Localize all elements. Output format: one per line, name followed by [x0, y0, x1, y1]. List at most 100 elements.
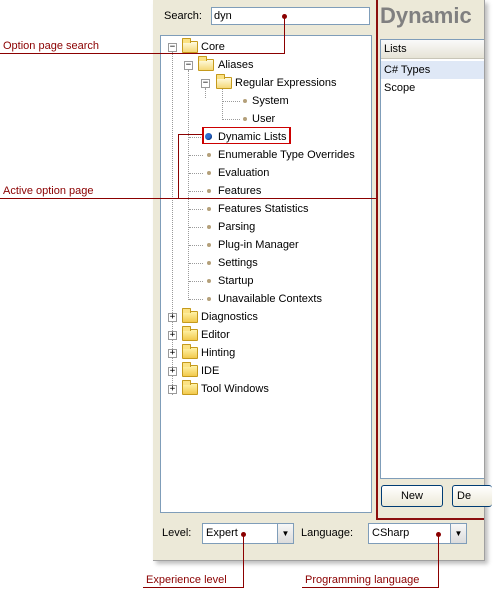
tree-node-system[interactable]: System: [161, 93, 361, 109]
folder-icon: [182, 344, 198, 359]
option-bullet-icon: [207, 207, 211, 211]
tree-connector: [222, 119, 240, 120]
tree-connector: [189, 155, 203, 156]
tree-connector: [189, 299, 203, 300]
collapse-icon[interactable]: −: [184, 61, 193, 70]
option-bullet-icon: [207, 225, 211, 229]
tree-node-parsing[interactable]: Parsing: [161, 219, 361, 235]
tree-node-startup[interactable]: Startup: [161, 273, 361, 289]
tree-connector: [189, 209, 203, 210]
callout-line: [143, 587, 244, 588]
callout-experience-level: Experience level: [146, 574, 227, 586]
tree-connector: [189, 263, 203, 264]
tree-connector: [189, 173, 203, 174]
tree-connector: [222, 101, 240, 102]
tree-node-user[interactable]: User: [161, 111, 361, 127]
callout-line: [302, 587, 439, 588]
options-tree[interactable]: − Core − Aliases − Regular Expressions S…: [160, 35, 372, 513]
level-label: Level:: [162, 527, 192, 539]
page-title: Dynamic: [380, 3, 472, 28]
callout-line: [438, 535, 439, 587]
level-dropdown[interactable]: Expert ▼: [202, 523, 294, 544]
tree-node-settings[interactable]: Settings: [161, 255, 361, 271]
tree-node-ide[interactable]: + IDE: [161, 362, 361, 379]
callout-active-option-page: Active option page: [3, 185, 94, 197]
option-bullet-icon: [243, 117, 247, 121]
callout-line: [0, 53, 285, 54]
tree-node-features-statistics[interactable]: Features Statistics: [161, 201, 361, 217]
tree-node-label: IDE: [201, 365, 220, 377]
tree-node-label: System: [252, 95, 289, 107]
option-bullet-icon: [207, 189, 211, 193]
expand-icon[interactable]: +: [168, 349, 177, 358]
lists-column-header[interactable]: Lists: [381, 40, 484, 59]
option-bullet-icon: [243, 99, 247, 103]
tree-node-regular-expressions[interactable]: − Regular Expressions: [161, 74, 361, 91]
callout-line: [284, 17, 285, 54]
option-bullet-icon: [207, 153, 211, 157]
callout-line: [0, 198, 376, 199]
tree-node-enumerable-type-overrides[interactable]: Enumerable Type Overrides: [161, 147, 361, 163]
level-value: Expert: [206, 527, 238, 539]
folder-open-icon: [216, 74, 232, 89]
tree-node-label: Tool Windows: [201, 383, 269, 395]
list-item[interactable]: Scope: [381, 79, 484, 97]
tree-node-editor[interactable]: + Editor: [161, 326, 361, 343]
collapse-icon[interactable]: −: [201, 79, 210, 88]
folder-icon: [182, 380, 198, 395]
tree-node-label: Diagnostics: [201, 311, 258, 323]
callout-option-page-search: Option page search: [3, 40, 100, 52]
folder-icon: [182, 308, 198, 323]
tree-node-label: Hinting: [201, 347, 236, 359]
tree-node-label: Startup: [218, 275, 254, 287]
new-button[interactable]: New: [381, 485, 443, 507]
tree-node-label: Editor: [201, 329, 230, 341]
tree-node-label: Regular Expressions: [235, 77, 337, 89]
language-dropdown[interactable]: CSharp ▼: [368, 523, 467, 544]
dropdown-arrow-icon[interactable]: ▼: [450, 524, 466, 543]
tree-connector: [189, 191, 203, 192]
language-label: Language:: [301, 527, 353, 539]
list-item[interactable]: C# Types: [381, 61, 484, 79]
delete-button[interactable]: De: [452, 485, 492, 507]
tree-node-label: Evaluation: [218, 167, 270, 179]
tree-node-label: Aliases: [218, 59, 254, 71]
expand-icon[interactable]: +: [168, 313, 177, 322]
tree-node-diagnostics[interactable]: + Diagnostics: [161, 308, 361, 325]
language-value: CSharp: [372, 527, 410, 539]
collapse-icon[interactable]: −: [168, 43, 177, 52]
tree-node-features[interactable]: Features: [161, 183, 361, 199]
callout-line: [178, 134, 202, 135]
option-bullet-icon: [207, 279, 211, 283]
expand-icon[interactable]: +: [168, 385, 177, 394]
option-bullet-icon: [207, 297, 211, 301]
tree-node-plug-in-manager[interactable]: Plug-in Manager: [161, 237, 361, 253]
search-input[interactable]: [211, 7, 370, 25]
tree-node-unavailable-contexts[interactable]: Unavailable Contexts: [161, 291, 361, 307]
tree-node-label: User: [252, 113, 276, 125]
option-bullet-icon: [207, 261, 211, 265]
callout-line: [243, 535, 244, 587]
tree-connector: [189, 227, 203, 228]
callout-line: [178, 134, 179, 198]
tree-node-hinting[interactable]: + Hinting: [161, 344, 361, 361]
tree-connector: [189, 137, 203, 138]
dropdown-arrow-icon[interactable]: ▼: [277, 524, 293, 543]
tree-node-label: Unavailable Contexts: [218, 293, 322, 305]
folder-open-icon: [198, 56, 214, 71]
tree-node-evaluation[interactable]: Evaluation: [161, 165, 361, 181]
expand-icon[interactable]: +: [168, 367, 177, 376]
folder-icon: [182, 362, 198, 377]
active-option-highlight: [202, 127, 291, 144]
tree-connector: [189, 281, 203, 282]
option-bullet-icon: [207, 171, 211, 175]
tree-node-tool-windows[interactable]: + Tool Windows: [161, 380, 361, 397]
callout-dot: [282, 14, 287, 19]
tree-node-aliases[interactable]: − Aliases: [161, 56, 361, 73]
folder-open-icon: [182, 38, 198, 53]
tree-node-label: Enumerable Type Overrides: [218, 149, 355, 161]
lists-table[interactable]: Lists C# Types Scope: [380, 39, 484, 479]
callout-programming-language: Programming language: [305, 574, 420, 586]
tree-connector: [189, 245, 203, 246]
expand-icon[interactable]: +: [168, 331, 177, 340]
